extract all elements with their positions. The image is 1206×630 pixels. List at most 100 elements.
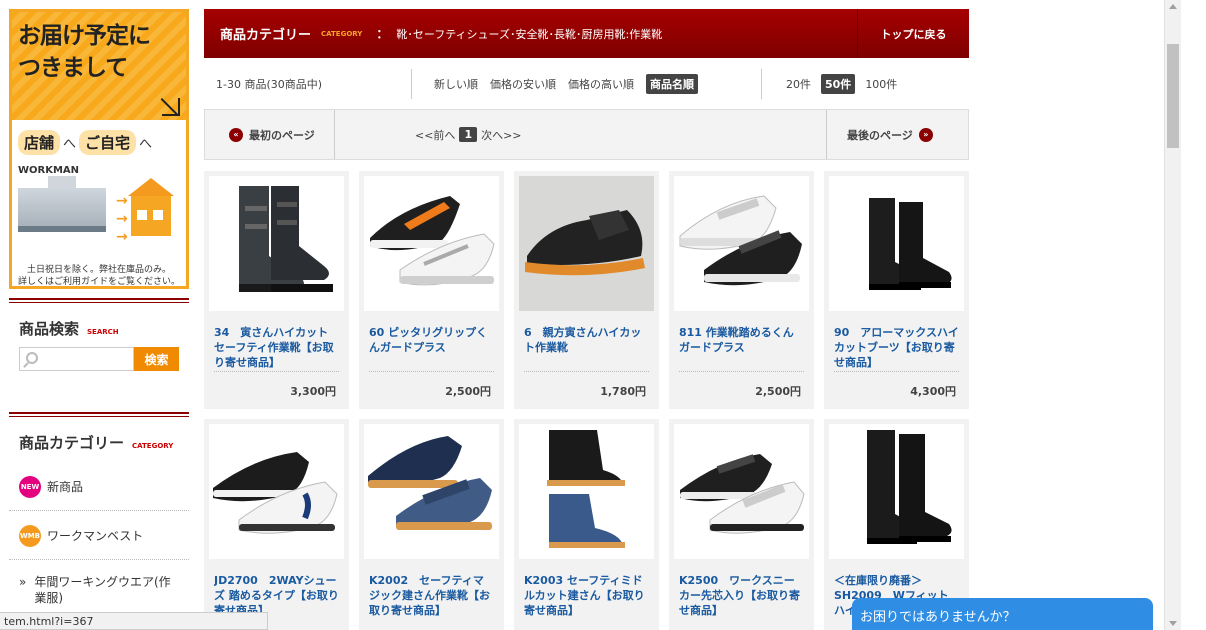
product-image[interactable] [209,424,344,559]
product-price: 2,500円 [755,385,801,398]
last-page-button[interactable]: 最後のページ » [826,110,968,159]
last-page-label: 最後のページ [847,128,913,142]
banner-title-line2: つきまして [18,55,128,81]
search-input[interactable] [42,350,130,368]
per-page-options: 20件 50件 100件 [762,74,897,94]
delivery-info-banner[interactable]: お届け予定に つきまして 店舗 へ ご自宅 へ WORKMAN → → → 土日祝日… [9,9,189,289]
divider [9,298,189,303]
arrow-right-icon: → → → [116,193,128,245]
sort-price-high[interactable]: 価格の高い順 [568,76,634,92]
sidebar-item-label: 年間ワーキングウエア(作業服) [34,575,171,605]
product-card[interactable]: 6 親方寅さんハイカット作業靴 1,780円 [514,171,659,409]
banner-headline: お届け予定に つきまして [12,12,186,120]
header-sub: CATEGORY [321,29,363,38]
prev-page-link[interactable]: <<前へ [415,127,455,143]
product-card[interactable]: K2003 セーフティミドルカット建さん【お取り寄せ商品】 [514,419,659,630]
page-numbers: <<前へ 1 次へ>> [335,127,826,143]
per-page-100[interactable]: 100件 [865,76,897,92]
back-to-top-button[interactable]: トップに戻る [857,9,969,58]
home-icon [128,178,174,236]
product-name[interactable]: K2003 セーフティミドルカット建さん【お取り寄せ商品】 [524,573,649,618]
product-grid: 34 寅さんハイカットセーフティ作業靴【お取り寄せ商品】 3,300円 60 ピ… [204,171,969,630]
divider [834,371,959,372]
divider [524,371,649,372]
scroll-down-arrow-icon[interactable] [1169,621,1177,626]
product-card[interactable]: 811 作業靴踏めるくんガードプラス 2,500円 [669,171,814,409]
result-count: 1-30 商品(30商品中) [204,69,412,99]
chip-connector: へ [63,137,77,152]
breadcrumb: 靴･セーフティシューズ･安全靴･長靴･厨房用靴:作業靴 [396,27,663,41]
category-heading-sub: CATEGORY [132,442,174,450]
product-price: 2,500円 [445,385,491,398]
product-image[interactable] [209,176,344,311]
new-badge-icon: NEW [19,475,41,498]
sidebar-item-new[interactable]: NEW 新商品 [9,463,189,511]
banner-note: 土日祝日を除く。弊社在庫品のみ。 詳しくはご利用ガイドをご覧ください。 [12,260,186,287]
product-card[interactable]: 90 アローマックスハイカットブーツ【お取り寄せ商品】 4,300円 [824,171,969,409]
product-image[interactable] [364,176,499,311]
product-name[interactable]: K2002 セーフティマジック建さん作業靴【お取り寄せ商品】 [369,573,494,618]
product-name[interactable]: 60 ピッタリグリップくんガードプラス [369,325,494,370]
per-page-50-active[interactable]: 50件 [821,74,856,94]
pagination: « 最初のページ <<前へ 1 次へ>> 最後のページ » [204,109,969,160]
search-button[interactable]: 検索 [134,347,179,371]
search-icon [26,352,38,364]
sidebar-item-workman-best[interactable]: WMB ワークマンベスト [9,512,189,560]
category-heading: 商品カテゴリー CATEGORY [19,432,173,453]
product-name[interactable]: 6 親方寅さんハイカット作業靴 [524,325,649,370]
next-page-link[interactable]: 次へ>> [481,127,521,143]
chat-support-button[interactable]: お困りではありませんか？ [852,598,1153,630]
product-image[interactable] [519,424,654,559]
product-name[interactable]: 34 寅さんハイカットセーフティ作業靴【お取り寄せ商品】 [214,325,339,370]
product-image[interactable] [364,424,499,559]
scroll-thumb[interactable] [1167,44,1179,148]
product-card[interactable]: K2002 セーフティマジック建さん作業靴【お取り寄せ商品】 [359,419,504,630]
current-page[interactable]: 1 [459,127,478,142]
product-card[interactable]: 34 寅さんハイカットセーフティ作業靴【お取り寄せ商品】 3,300円 [204,171,349,409]
product-card[interactable]: K2500 ワークスニーカー先芯入り【お取り寄せ商品】 [669,419,814,630]
chip-home: ご自宅 [79,130,137,155]
product-price: 1,780円 [600,385,646,398]
sort-name-active[interactable]: 商品名順 [646,74,698,94]
search-box [19,347,134,371]
first-page-button[interactable]: « 最初のページ [205,110,335,159]
product-image[interactable] [829,176,964,311]
category-header: 商品カテゴリー CATEGORY ： 靴･セーフティシューズ･安全靴･長靴･厨房… [204,9,969,58]
product-name[interactable]: K2500 ワークスニーカー先芯入り【お取り寄せ商品】 [679,573,804,618]
banner-brand: WORKMAN [18,165,80,176]
divider [214,371,339,372]
scroll-up-arrow-icon[interactable] [1169,4,1177,9]
search-heading-sub: SEARCH [87,328,119,336]
banner-title-line1: お届け予定に [18,23,151,49]
double-chevron-left-icon: « [229,127,243,142]
vertical-scrollbar[interactable] [1164,0,1181,630]
sidebar-item-annual-workwear[interactable]: » 年間ワーキングウエア(作業服) [9,566,189,614]
sort-options: 新しい順 価格の安い順 価格の高い順 商品名順 [412,69,762,99]
first-page-label: 最初のページ [249,128,315,142]
sort-price-low[interactable]: 価格の安い順 [490,76,556,92]
product-name[interactable]: 811 作業靴踏めるくんガードプラス [679,325,804,370]
divider [679,371,804,372]
sort-newest[interactable]: 新しい順 [434,76,478,92]
product-image[interactable] [674,176,809,311]
divider [9,412,189,417]
per-page-20[interactable]: 20件 [786,76,811,92]
category-heading-label: 商品カテゴリー [19,434,125,452]
header-title: 商品カテゴリー [220,28,312,43]
chip-connector: へ [139,137,153,152]
search-heading-label: 商品検索 [19,320,80,338]
search-heading: 商品検索 SEARCH [19,318,119,339]
banner-note-line2: 詳しくはご利用ガイドをご覧ください。 [17,277,180,287]
header-colon: ： [376,27,389,41]
product-card[interactable]: JD2700 2WAYシューズ 踏めるタイプ【お取り寄せ商品】 [204,419,349,630]
chevron-right-icon: » [19,575,27,589]
product-card[interactable]: 60 ピッタリグリップくんガードプラス 2,500円 [359,171,504,409]
product-price: 4,300円 [910,385,956,398]
store-icon [18,176,106,232]
product-image[interactable] [519,176,654,311]
status-bar-url: tem.html?i=367 [0,612,268,630]
product-name[interactable]: 90 アローマックスハイカットブーツ【お取り寄せ商品】 [834,325,959,370]
product-image[interactable] [829,424,964,559]
product-image[interactable] [674,424,809,559]
store-to-home-illustration: → → → [18,176,180,258]
